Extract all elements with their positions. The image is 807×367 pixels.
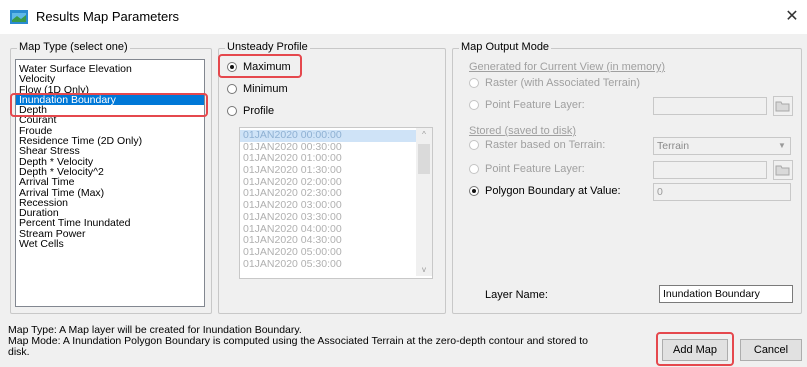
status-line-3: disk.	[8, 346, 30, 358]
maximum-radio[interactable]: Maximum	[227, 61, 291, 73]
minimum-label: Minimum	[243, 83, 288, 95]
status-text: Map Type: A Map layer will be created fo…	[8, 325, 608, 358]
results-map-parameters-dialog: Results Map Parameters ✕ Map Type (selec…	[0, 0, 807, 367]
polygon-value: 0	[657, 186, 663, 198]
point-feature-input-1[interactable]	[653, 97, 767, 115]
current-view-heading: Generated for Current View (in memory)	[469, 61, 666, 73]
point-feature-radio-2-dot[interactable]	[469, 164, 479, 174]
map-output-mode-legend: Map Output Mode	[459, 41, 552, 53]
maximum-radio-dot[interactable]	[227, 62, 237, 72]
point-feature-label-1: Point Feature Layer:	[485, 99, 585, 111]
raster-assoc-radio-dot[interactable]	[469, 78, 479, 88]
scrollbar-thumb[interactable]	[418, 144, 430, 174]
map-output-mode-group: Map Output Mode Generated for Current Vi…	[452, 41, 802, 314]
raster-assoc-radio[interactable]: Raster (with Associated Terrain)	[469, 77, 640, 89]
map-type-legend: Map Type (select one)	[17, 41, 130, 53]
app-icon	[10, 10, 28, 24]
title-bar: Results Map Parameters ✕	[0, 0, 807, 34]
profile-time-item[interactable]: 01JAN2020 03:30:00	[240, 211, 416, 224]
unsteady-profile-legend: Unsteady Profile	[225, 41, 310, 53]
point-feature-label-2: Point Feature Layer:	[485, 163, 585, 175]
point-feature-input-2[interactable]	[653, 161, 767, 179]
point-feature-radio-2[interactable]: Point Feature Layer:	[469, 163, 585, 175]
maximum-label: Maximum	[243, 61, 291, 73]
point-feature-radio-1[interactable]: Point Feature Layer:	[469, 99, 585, 111]
layer-name-label: Layer Name:	[485, 289, 548, 301]
profile-time-item[interactable]: 01JAN2020 05:00:00	[240, 246, 416, 259]
folder-icon	[775, 101, 790, 112]
layer-name-value: Inundation Boundary	[663, 288, 760, 300]
folder-icon	[775, 165, 790, 176]
raster-terrain-radio[interactable]: Raster based on Terrain:	[469, 139, 605, 151]
profile-times-listbox[interactable]: 01JAN2020 00:00:00 01JAN2020 00:30:00 01JA…	[239, 127, 433, 279]
chevron-down-icon: ▼	[778, 141, 786, 150]
map-type-listbox[interactable]: Water Surface Elevation Velocity Flow (1D …	[15, 59, 205, 307]
minimum-radio-dot[interactable]	[227, 84, 237, 94]
polygon-value-input[interactable]: 0	[653, 183, 791, 201]
map-type-item[interactable]: Wet Cells	[16, 239, 204, 250]
window-title: Results Map Parameters	[36, 9, 180, 24]
unsteady-profile-group: Unsteady Profile Maximum Minimum Profile…	[218, 41, 446, 314]
raster-assoc-label: Raster (with Associated Terrain)	[485, 77, 641, 89]
open-folder-button-2[interactable]	[773, 160, 793, 180]
stored-heading: Stored (saved to disk)	[469, 125, 576, 137]
raster-terrain-radio-dot[interactable]	[469, 140, 479, 150]
profile-radio[interactable]: Profile	[227, 105, 274, 117]
terrain-select[interactable]: Terrain ▼	[653, 137, 791, 155]
profile-time-item[interactable]: 01JAN2020 01:30:00	[240, 164, 416, 177]
polygon-boundary-radio[interactable]: Polygon Boundary at Value:	[469, 185, 621, 197]
open-folder-button-1[interactable]	[773, 96, 793, 116]
layer-name-input[interactable]: Inundation Boundary	[659, 285, 793, 303]
status-line-2: Map Mode: A Inundation Polygon Boundary …	[8, 335, 589, 347]
profile-label: Profile	[243, 105, 275, 117]
point-feature-radio-1-dot[interactable]	[469, 100, 479, 110]
profile-time-item[interactable]: 01JAN2020 00:00:00	[240, 129, 416, 142]
close-icon[interactable]: ✕	[781, 7, 803, 27]
profile-radio-dot[interactable]	[227, 106, 237, 116]
terrain-select-value: Terrain	[657, 140, 690, 152]
profile-time-item[interactable]: 01JAN2020 05:30:00	[240, 258, 416, 271]
polygon-boundary-radio-dot[interactable]	[469, 186, 479, 196]
profile-scrollbar[interactable]: ^ v	[416, 128, 432, 276]
add-map-button[interactable]: Add Map	[662, 339, 728, 361]
raster-terrain-label: Raster based on Terrain:	[485, 139, 606, 151]
map-type-group: Map Type (select one) Water Surface Elev…	[10, 41, 212, 314]
minimum-radio[interactable]: Minimum	[227, 83, 288, 95]
cancel-button[interactable]: Cancel	[740, 339, 802, 361]
polygon-boundary-label: Polygon Boundary at Value:	[485, 185, 621, 197]
